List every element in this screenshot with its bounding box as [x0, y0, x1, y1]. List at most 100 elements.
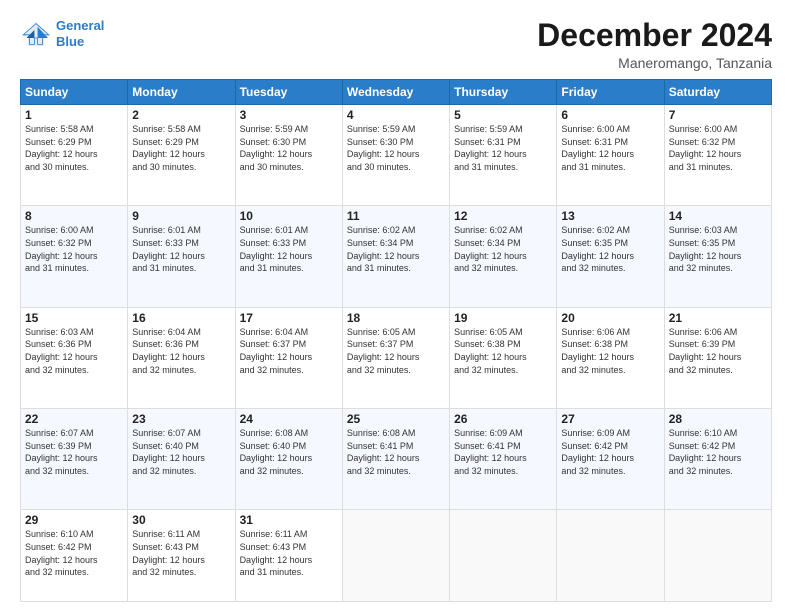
- day-number: 29: [25, 513, 123, 527]
- col-friday: Friday: [557, 80, 664, 105]
- day-number: 13: [561, 209, 659, 223]
- day-info: Sunrise: 6:01 AM Sunset: 6:33 PM Dayligh…: [240, 224, 338, 274]
- day-info: Sunrise: 5:58 AM Sunset: 6:29 PM Dayligh…: [132, 123, 230, 173]
- table-row: 8Sunrise: 6:00 AM Sunset: 6:32 PM Daylig…: [21, 206, 128, 307]
- day-info: Sunrise: 6:10 AM Sunset: 6:42 PM Dayligh…: [25, 528, 123, 578]
- header: General Blue December 2024 Maneromango, …: [20, 18, 772, 71]
- table-row: 5Sunrise: 5:59 AM Sunset: 6:31 PM Daylig…: [450, 105, 557, 206]
- table-row: [557, 510, 664, 602]
- table-row: 20Sunrise: 6:06 AM Sunset: 6:38 PM Dayli…: [557, 307, 664, 408]
- calendar-header-row: Sunday Monday Tuesday Wednesday Thursday…: [21, 80, 772, 105]
- day-info: Sunrise: 6:11 AM Sunset: 6:43 PM Dayligh…: [240, 528, 338, 578]
- day-number: 30: [132, 513, 230, 527]
- day-info: Sunrise: 6:09 AM Sunset: 6:42 PM Dayligh…: [561, 427, 659, 477]
- day-number: 16: [132, 311, 230, 325]
- day-number: 6: [561, 108, 659, 122]
- table-row: 24Sunrise: 6:08 AM Sunset: 6:40 PM Dayli…: [235, 409, 342, 510]
- day-info: Sunrise: 6:03 AM Sunset: 6:36 PM Dayligh…: [25, 326, 123, 376]
- location: Maneromango, Tanzania: [537, 55, 772, 71]
- day-number: 17: [240, 311, 338, 325]
- logo-text: General Blue: [56, 18, 104, 49]
- col-monday: Monday: [128, 80, 235, 105]
- title-block: December 2024 Maneromango, Tanzania: [537, 18, 772, 71]
- day-info: Sunrise: 6:06 AM Sunset: 6:39 PM Dayligh…: [669, 326, 767, 376]
- table-row: [342, 510, 449, 602]
- day-number: 24: [240, 412, 338, 426]
- table-row: 31Sunrise: 6:11 AM Sunset: 6:43 PM Dayli…: [235, 510, 342, 602]
- day-info: Sunrise: 5:59 AM Sunset: 6:30 PM Dayligh…: [347, 123, 445, 173]
- table-row: 10Sunrise: 6:01 AM Sunset: 6:33 PM Dayli…: [235, 206, 342, 307]
- table-row: 27Sunrise: 6:09 AM Sunset: 6:42 PM Dayli…: [557, 409, 664, 510]
- day-number: 23: [132, 412, 230, 426]
- day-info: Sunrise: 5:59 AM Sunset: 6:30 PM Dayligh…: [240, 123, 338, 173]
- day-info: Sunrise: 6:04 AM Sunset: 6:36 PM Dayligh…: [132, 326, 230, 376]
- day-info: Sunrise: 6:06 AM Sunset: 6:38 PM Dayligh…: [561, 326, 659, 376]
- day-number: 11: [347, 209, 445, 223]
- day-info: Sunrise: 6:01 AM Sunset: 6:33 PM Dayligh…: [132, 224, 230, 274]
- table-row: 7Sunrise: 6:00 AM Sunset: 6:32 PM Daylig…: [664, 105, 771, 206]
- table-row: 15Sunrise: 6:03 AM Sunset: 6:36 PM Dayli…: [21, 307, 128, 408]
- table-row: 11Sunrise: 6:02 AM Sunset: 6:34 PM Dayli…: [342, 206, 449, 307]
- col-sunday: Sunday: [21, 80, 128, 105]
- table-row: 25Sunrise: 6:08 AM Sunset: 6:41 PM Dayli…: [342, 409, 449, 510]
- day-info: Sunrise: 6:00 AM Sunset: 6:32 PM Dayligh…: [669, 123, 767, 173]
- table-row: 1Sunrise: 5:58 AM Sunset: 6:29 PM Daylig…: [21, 105, 128, 206]
- logo-blue: Blue: [56, 34, 84, 49]
- day-number: 10: [240, 209, 338, 223]
- day-number: 4: [347, 108, 445, 122]
- day-info: Sunrise: 6:00 AM Sunset: 6:32 PM Dayligh…: [25, 224, 123, 274]
- day-number: 26: [454, 412, 552, 426]
- logo-icon: [20, 20, 52, 48]
- day-number: 22: [25, 412, 123, 426]
- table-row: 14Sunrise: 6:03 AM Sunset: 6:35 PM Dayli…: [664, 206, 771, 307]
- col-thursday: Thursday: [450, 80, 557, 105]
- day-number: 2: [132, 108, 230, 122]
- day-number: 25: [347, 412, 445, 426]
- day-info: Sunrise: 6:03 AM Sunset: 6:35 PM Dayligh…: [669, 224, 767, 274]
- day-number: 9: [132, 209, 230, 223]
- day-number: 28: [669, 412, 767, 426]
- table-row: 23Sunrise: 6:07 AM Sunset: 6:40 PM Dayli…: [128, 409, 235, 510]
- day-info: Sunrise: 6:02 AM Sunset: 6:35 PM Dayligh…: [561, 224, 659, 274]
- col-saturday: Saturday: [664, 80, 771, 105]
- table-row: 3Sunrise: 5:59 AM Sunset: 6:30 PM Daylig…: [235, 105, 342, 206]
- table-row: 22Sunrise: 6:07 AM Sunset: 6:39 PM Dayli…: [21, 409, 128, 510]
- table-row: 21Sunrise: 6:06 AM Sunset: 6:39 PM Dayli…: [664, 307, 771, 408]
- day-info: Sunrise: 5:58 AM Sunset: 6:29 PM Dayligh…: [25, 123, 123, 173]
- page: General Blue December 2024 Maneromango, …: [0, 0, 792, 612]
- day-info: Sunrise: 6:02 AM Sunset: 6:34 PM Dayligh…: [347, 224, 445, 274]
- day-info: Sunrise: 6:05 AM Sunset: 6:37 PM Dayligh…: [347, 326, 445, 376]
- table-row: 12Sunrise: 6:02 AM Sunset: 6:34 PM Dayli…: [450, 206, 557, 307]
- day-info: Sunrise: 6:09 AM Sunset: 6:41 PM Dayligh…: [454, 427, 552, 477]
- table-row: 26Sunrise: 6:09 AM Sunset: 6:41 PM Dayli…: [450, 409, 557, 510]
- table-row: 6Sunrise: 6:00 AM Sunset: 6:31 PM Daylig…: [557, 105, 664, 206]
- day-number: 27: [561, 412, 659, 426]
- day-info: Sunrise: 6:08 AM Sunset: 6:40 PM Dayligh…: [240, 427, 338, 477]
- day-info: Sunrise: 5:59 AM Sunset: 6:31 PM Dayligh…: [454, 123, 552, 173]
- table-row: 13Sunrise: 6:02 AM Sunset: 6:35 PM Dayli…: [557, 206, 664, 307]
- day-info: Sunrise: 6:00 AM Sunset: 6:31 PM Dayligh…: [561, 123, 659, 173]
- day-number: 1: [25, 108, 123, 122]
- day-number: 14: [669, 209, 767, 223]
- table-row: 18Sunrise: 6:05 AM Sunset: 6:37 PM Dayli…: [342, 307, 449, 408]
- day-number: 31: [240, 513, 338, 527]
- day-info: Sunrise: 6:11 AM Sunset: 6:43 PM Dayligh…: [132, 528, 230, 578]
- table-row: 9Sunrise: 6:01 AM Sunset: 6:33 PM Daylig…: [128, 206, 235, 307]
- table-row: [450, 510, 557, 602]
- day-number: 20: [561, 311, 659, 325]
- table-row: 4Sunrise: 5:59 AM Sunset: 6:30 PM Daylig…: [342, 105, 449, 206]
- col-tuesday: Tuesday: [235, 80, 342, 105]
- logo: General Blue: [20, 18, 104, 49]
- col-wednesday: Wednesday: [342, 80, 449, 105]
- table-row: 29Sunrise: 6:10 AM Sunset: 6:42 PM Dayli…: [21, 510, 128, 602]
- day-number: 8: [25, 209, 123, 223]
- day-number: 18: [347, 311, 445, 325]
- day-number: 15: [25, 311, 123, 325]
- day-number: 19: [454, 311, 552, 325]
- month-title: December 2024: [537, 18, 772, 53]
- table-row: 19Sunrise: 6:05 AM Sunset: 6:38 PM Dayli…: [450, 307, 557, 408]
- day-info: Sunrise: 6:07 AM Sunset: 6:40 PM Dayligh…: [132, 427, 230, 477]
- day-info: Sunrise: 6:04 AM Sunset: 6:37 PM Dayligh…: [240, 326, 338, 376]
- day-info: Sunrise: 6:10 AM Sunset: 6:42 PM Dayligh…: [669, 427, 767, 477]
- day-info: Sunrise: 6:07 AM Sunset: 6:39 PM Dayligh…: [25, 427, 123, 477]
